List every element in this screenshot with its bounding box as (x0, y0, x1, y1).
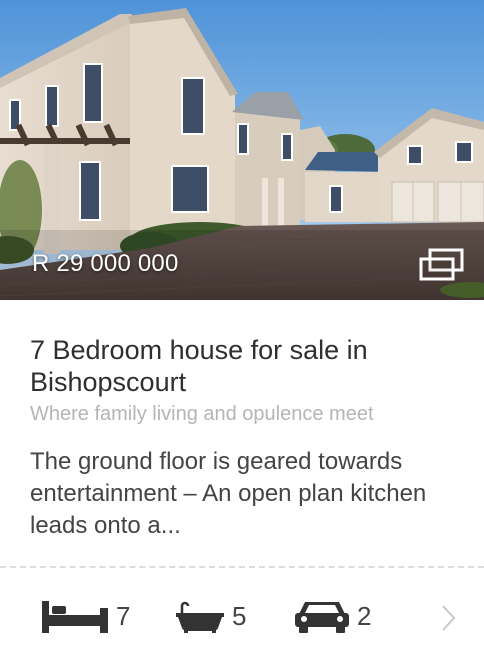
chevron-right-icon (442, 605, 456, 631)
listing-title[interactable]: 7 Bedroom house for sale in Bishopscourt (30, 334, 460, 398)
price-label: R 29 000 000 (32, 250, 179, 277)
bed-icon (42, 601, 108, 633)
bedrooms-count: 7 (116, 600, 131, 631)
bathrooms-count: 5 (232, 600, 247, 631)
divider (0, 566, 484, 568)
gallery-icon (419, 248, 464, 281)
listing-description: The ground floor is geared towards enter… (30, 448, 427, 539)
bathrooms-feature: 5 (174, 596, 246, 636)
gallery-button[interactable] (418, 246, 468, 284)
bath-icon (176, 601, 224, 633)
listing-subtitle: Where family living and opulence meet (30, 403, 374, 425)
property-photo[interactable]: R 29 000 000 (0, 0, 484, 300)
garages-feature: 2 (293, 596, 371, 636)
car-icon (295, 602, 349, 633)
bedrooms-feature: 7 (40, 596, 130, 636)
garages-count: 2 (357, 600, 372, 631)
next-button[interactable] (437, 602, 459, 634)
property-listing-card[interactable]: R 29 000 000 7 Bedroom house for sale in… (0, 0, 484, 661)
